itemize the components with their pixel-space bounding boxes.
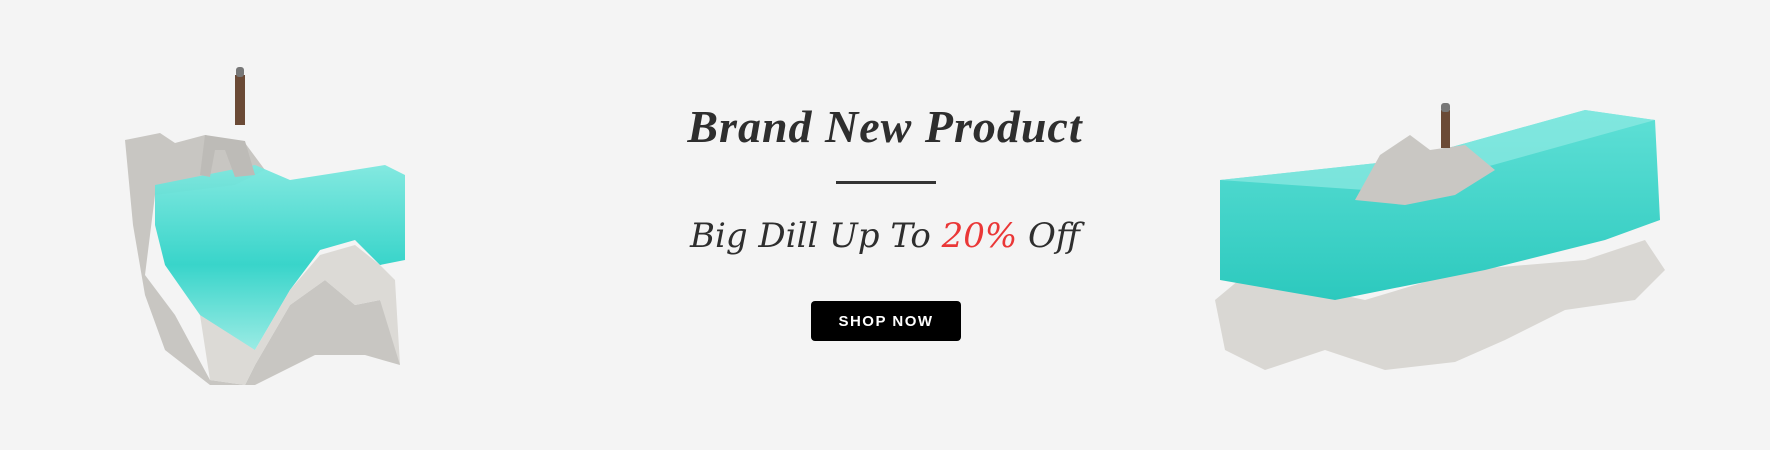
subtitle-suffix: Off <box>1028 216 1081 256</box>
banner-subtitle: Big Dill Up To 20% Off <box>0 216 1770 256</box>
subtitle-prefix: Big Dill Up To <box>689 216 931 256</box>
banner-title: Brand New Product <box>687 101 1083 152</box>
title-divider <box>836 181 936 184</box>
discount-highlight: 20% <box>941 216 1018 256</box>
shop-now-button[interactable]: SHOP NOW <box>811 301 961 341</box>
